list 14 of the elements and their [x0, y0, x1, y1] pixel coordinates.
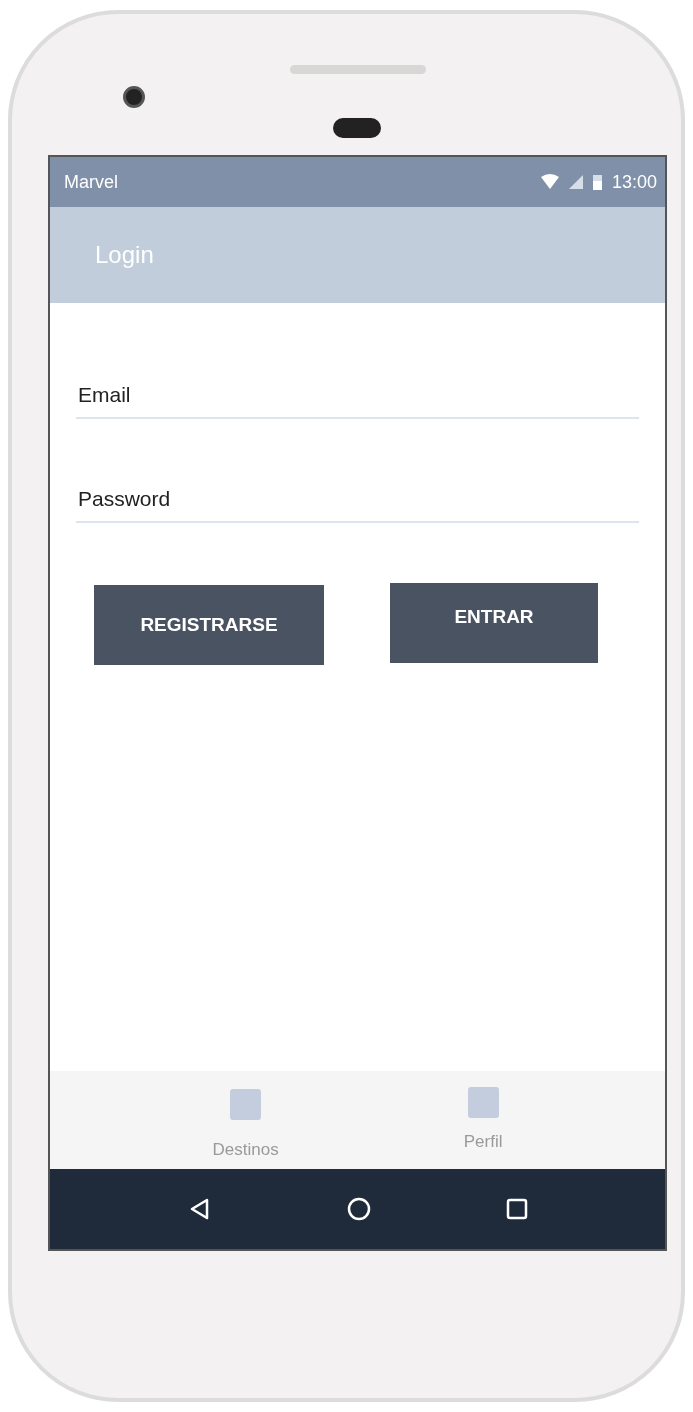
recents-icon[interactable] — [505, 1198, 528, 1220]
camera-icon — [123, 86, 145, 108]
clock-time: 13:00 — [611, 171, 657, 193]
register-button[interactable]: REGISTRARSE — [94, 585, 324, 665]
login-button[interactable]: ENTRAR — [390, 583, 598, 663]
earpiece — [333, 118, 381, 138]
carrier-name: Marvel — [64, 171, 118, 193]
input-field[interactable]: Password — [76, 479, 639, 523]
screen-title: Login — [95, 241, 154, 269]
home-icon[interactable] — [346, 1197, 371, 1221]
battery-icon — [592, 174, 602, 190]
input-field[interactable]: Email — [76, 375, 639, 419]
wifi-icon — [540, 174, 559, 190]
signal-icon — [568, 175, 583, 189]
